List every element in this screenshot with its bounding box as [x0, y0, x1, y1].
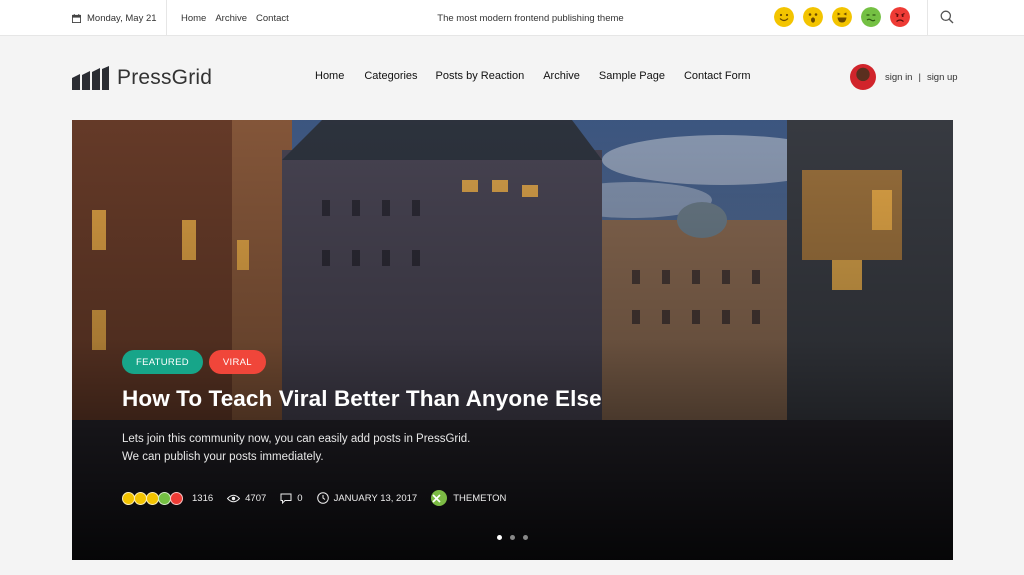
account-links: sign in | sign up [850, 64, 958, 90]
divider [927, 0, 928, 36]
post-categories: FEATURED VIRAL [122, 350, 266, 374]
slider-dot[interactable] [497, 535, 502, 540]
sign-up-link[interactable]: sign up [927, 72, 958, 83]
laugh-reaction-icon[interactable] [832, 7, 852, 27]
featured-slider[interactable]: FEATURED VIRAL How To Teach Viral Better… [72, 120, 953, 560]
author-name: THEMETON [453, 492, 507, 504]
view-count: 4707 [227, 493, 266, 504]
logo-text: PressGrid [117, 66, 213, 89]
eye-icon [227, 494, 241, 502]
badge-viral[interactable]: VIRAL [208, 350, 266, 374]
main-nav: Home Categories Posts by Reaction Archiv… [315, 70, 751, 82]
badge-featured[interactable]: FEATURED [122, 350, 203, 374]
nav-item-contact-form[interactable]: Contact Form [684, 70, 751, 82]
post-date: JANUARY 13, 2017 [316, 492, 418, 504]
slider-dot[interactable] [510, 535, 515, 540]
smile-reaction-icon[interactable] [774, 7, 794, 27]
reaction-filters [774, 7, 910, 27]
post-excerpt: Lets join this community now, you can ea… [122, 430, 470, 466]
slider-dot[interactable] [523, 535, 528, 540]
sick-reaction-icon[interactable] [861, 7, 881, 27]
angry-icon [170, 491, 183, 505]
nav-item-home[interactable]: Home [315, 70, 344, 82]
nav-item-sample-page[interactable]: Sample Page [599, 70, 665, 82]
site-logo[interactable]: PressGrid [72, 66, 212, 90]
excerpt-line: We can publish your posts immediately. [122, 451, 324, 463]
post-author[interactable]: THEMETON [431, 490, 506, 506]
post-title[interactable]: How To Teach Viral Better Than Anyone El… [122, 386, 602, 412]
reaction-count-value: 1316 [192, 492, 214, 504]
logo-mark-icon [72, 66, 109, 90]
post-reactions [122, 491, 183, 505]
nav-item-posts-by-reaction[interactable]: Posts by Reaction [436, 70, 525, 82]
search-icon[interactable] [940, 10, 954, 24]
angry-reaction-icon[interactable] [890, 7, 910, 27]
author-logo-icon [432, 493, 441, 503]
clock-icon [316, 492, 329, 504]
comment-icon [280, 493, 292, 504]
slider-pagination [497, 535, 528, 540]
author-avatar [431, 490, 448, 506]
comment-count[interactable]: 0 [280, 492, 303, 504]
nav-item-categories[interactable]: Categories [364, 70, 417, 82]
post-date-value: JANUARY 13, 2017 [333, 492, 418, 504]
post-meta: 1316 4707 0 JANUARY 13, 2017 THEMETON [122, 490, 520, 506]
reaction-count: 1316 [192, 493, 213, 504]
top-bar: Monday, May 21 Home Archive Contact The … [0, 0, 1024, 36]
nav-item-archive[interactable]: Archive [543, 70, 580, 82]
sign-in-link[interactable]: sign in [885, 72, 912, 83]
view-count-value: 4707 [245, 492, 267, 504]
excerpt-line: Lets join this community now, you can ea… [122, 433, 471, 445]
comment-count-value: 0 [297, 492, 303, 504]
user-avatar[interactable] [850, 64, 876, 90]
account-divider: | [918, 71, 921, 83]
wow-reaction-icon[interactable] [803, 7, 823, 27]
